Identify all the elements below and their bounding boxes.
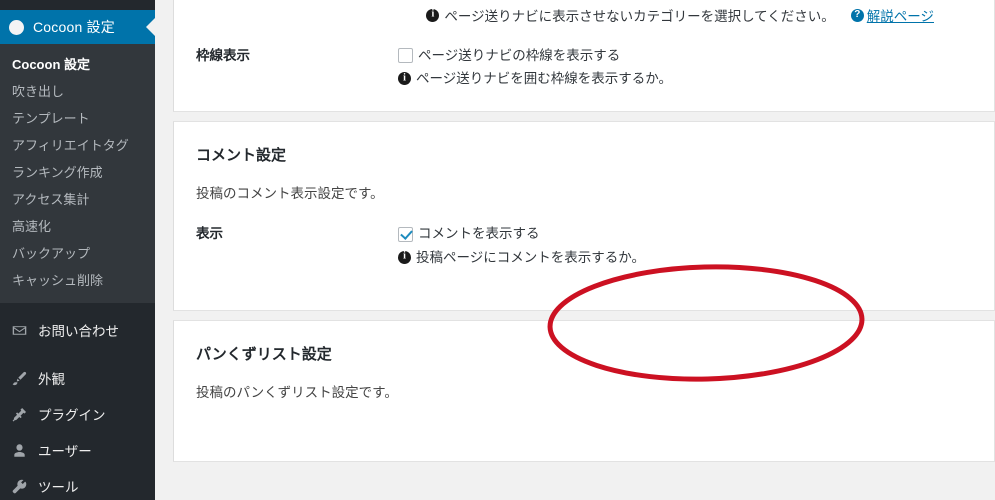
settings-content: i ページ送りナビに表示させないカテゴリーを選択してください。 ? 解説ページ … — [155, 0, 995, 500]
sidebar-item-label: ユーザー — [38, 444, 92, 459]
user-icon — [9, 440, 29, 460]
sidebar-top-spacer — [0, 0, 155, 10]
sidebar-submenu-item-speech-balloon[interactable]: 吹き出し — [0, 78, 155, 105]
comment-settings-description: 投稿のコメント表示設定です。 — [196, 186, 384, 202]
sidebar-item-users[interactable]: ユーザー — [0, 432, 155, 468]
sidebar-submenu-item-affiliate-tag[interactable]: アフィリエイトタグ — [0, 132, 155, 159]
comment-display-checkbox[interactable] — [398, 226, 413, 242]
paging-nav-note-text: ページ送りナビに表示させないカテゴリーを選択してください。 — [444, 9, 835, 24]
breadcrumb-settings-description: 投稿のパンくずリスト設定です。 — [196, 384, 398, 400]
sidebar-submenu-item-cache-clear[interactable]: キャッシュ削除 — [0, 267, 155, 294]
comment-display-checkbox-group[interactable]: コメントを表示する — [398, 222, 994, 245]
border-display-checkbox[interactable] — [398, 48, 413, 64]
panel-bottom-spacer — [174, 101, 994, 111]
admin-sidebar: Cocoon 設定 Cocoon 設定 吹き出し テンプレート アフィリエイトタ… — [0, 0, 155, 500]
row-field-comment-display: コメントを表示する i 投稿ページにコメントを表示するか。 — [398, 222, 994, 268]
circle-icon — [9, 19, 24, 35]
breadcrumb-settings-heading: パンくずリスト設定 — [196, 345, 332, 363]
sidebar-submenu-item-speed-up[interactable]: 高速化 — [0, 213, 155, 240]
sidebar-item-label: 外観 — [38, 372, 65, 387]
comment-settings-heading: コメント設定 — [196, 147, 287, 165]
form-row-border-display: 枠線表示 ページ送りナビの枠線を表示する i ページ送りナビを囲む枠線を表示する… — [174, 33, 994, 101]
row-field-border-display: ページ送りナビの枠線を表示する i ページ送りナビを囲む枠線を表示するか。 — [398, 44, 994, 90]
panel-paging-nav: i ページ送りナビに表示させないカテゴリーを選択してください。 ? 解説ページ … — [173, 0, 995, 113]
form-row-comment-display: 表示 コメントを表示する i 投稿ページにコメントを表示するか。 — [174, 202, 994, 279]
sidebar-submenu-item-ranking-create[interactable]: ランキング作成 — [0, 159, 155, 186]
plug-icon — [9, 404, 29, 424]
admin-screen: Cocoon 設定 Cocoon 設定 吹き出し テンプレート アフィリエイトタ… — [0, 0, 995, 500]
sidebar-gap — [0, 348, 155, 360]
info-icon: i — [426, 8, 440, 22]
paging-nav-top-note: i ページ送りナビに表示させないカテゴリーを選択してください。 ? 解説ページ — [174, 0, 994, 33]
comment-display-checkbox-label: コメントを表示する — [418, 226, 540, 242]
row-label-border-display: 枠線表示 — [196, 48, 250, 63]
sidebar-item-plugins[interactable]: プラグイン — [0, 396, 155, 432]
border-display-hint: i ページ送りナビを囲む枠線を表示するか。 — [398, 67, 994, 90]
sidebar-separator — [0, 303, 155, 312]
sidebar-submenu-item-template[interactable]: テンプレート — [0, 105, 155, 132]
paintbrush-icon — [9, 368, 29, 388]
sidebar-submenu: Cocoon 設定 吹き出し テンプレート アフィリエイトタグ ランキング作成 … — [0, 44, 155, 303]
sidebar-item-contact[interactable]: お問い合わせ — [0, 312, 155, 348]
wrench-icon — [9, 476, 29, 496]
border-display-checkbox-label: ページ送りナビの枠線を表示する — [418, 48, 621, 63]
info-icon: i — [398, 72, 411, 86]
comment-display-hint-text: 投稿ページにコメントを表示するか。 — [416, 249, 645, 265]
panel-comment-settings: コメント設定 投稿のコメント表示設定です。 表示 コメントを表示する i 投稿ペ… — [173, 121, 995, 311]
border-display-checkbox-group[interactable]: ページ送りナビの枠線を表示する — [398, 44, 994, 67]
border-display-hint-text: ページ送りナビを囲む枠線を表示するか。 — [416, 71, 672, 87]
sidebar-item-label: ツール — [38, 480, 79, 495]
panel-breadcrumb-settings: パンくずリスト設定 投稿のパンくずリスト設定です。 — [173, 319, 995, 462]
sidebar-item-label: お問い合わせ — [38, 324, 119, 339]
sidebar-item-tools[interactable]: ツール — [0, 468, 155, 500]
info-icon: i — [398, 250, 411, 264]
sidebar-current-menu-label: Cocoon 設定 — [33, 19, 115, 35]
panel-bottom-spacer — [174, 401, 994, 461]
sidebar-submenu-item-backup[interactable]: バックアップ — [0, 240, 155, 267]
panel-bottom-spacer — [174, 280, 994, 310]
row-label-comment-display: 表示 — [196, 226, 223, 242]
sidebar-item-cocoon-settings[interactable]: Cocoon 設定 — [0, 10, 155, 44]
sidebar-submenu-item-cocoon-settings[interactable]: Cocoon 設定 — [0, 51, 155, 78]
comment-display-hint: i 投稿ページにコメントを表示するか。 — [398, 246, 994, 269]
active-menu-pointer-icon — [146, 18, 155, 36]
documentation-link[interactable]: 解説ページ — [867, 5, 934, 25]
mail-icon — [9, 320, 29, 340]
help-icon[interactable]: ? — [850, 8, 864, 22]
sidebar-item-label: プラグイン — [38, 408, 106, 423]
sidebar-item-appearance[interactable]: 外観 — [0, 360, 155, 396]
sidebar-submenu-item-access-stats[interactable]: アクセス集計 — [0, 186, 155, 213]
